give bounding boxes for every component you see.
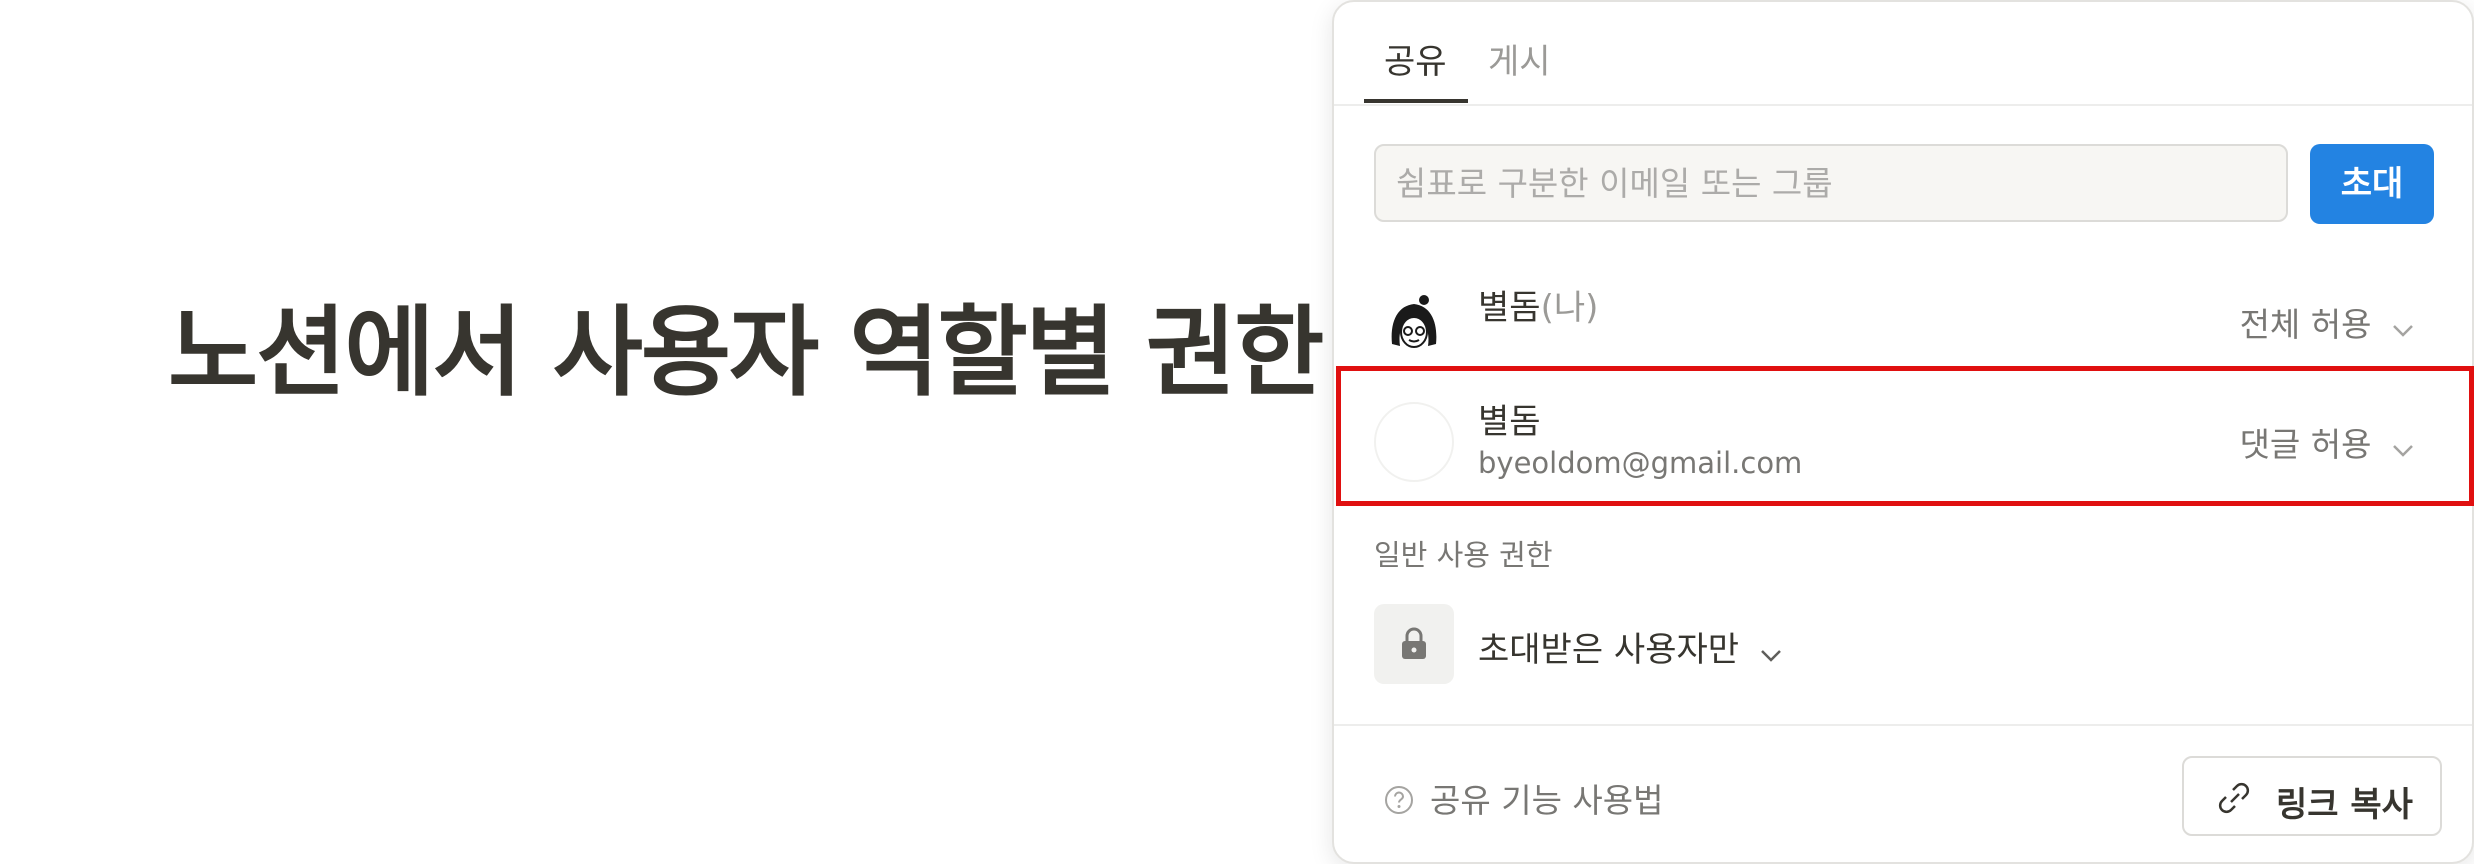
general-access-dropdown[interactable]: 초대받은 사용자만 [1374,604,1974,684]
invite-button[interactable]: 초대 [2310,144,2434,224]
chevron-down-icon [1760,632,1782,672]
tab-publish[interactable]: 게시 [1488,34,1551,104]
page-title: 노션에서 사용자 역할별 권한 [168,296,1324,410]
footer-divider [1334,724,2472,726]
share-help-label: 공유 기능 사용법 [1430,781,1664,820]
general-access-text: 초대받은 사용자만 [1478,630,1740,670]
permission-label: 댓글 허용 [2239,425,2372,464]
illustrated-avatar-icon [1374,284,1454,364]
stage: 노션에서 사용자 역할별 권한 공유 게시 초대 별돔(나) [0,0,2474,864]
member-row-me: 별돔(나) 전체 허용 [1334,260,2472,384]
chevron-down-icon [2392,307,2414,346]
link-icon [2218,782,2250,814]
permission-dropdown[interactable]: 댓글 허용 [2240,418,2414,466]
member-name: 별돔(나) [1478,280,1598,329]
tab-share[interactable]: 공유 [1384,34,1447,104]
permission-label: 전체 허용 [2239,305,2372,344]
permission-dropdown[interactable]: 전체 허용 [2240,298,2414,346]
me-suffix: (나) [1540,288,1599,328]
member-row-invitee: 별돔 byeoldom@gmail.com 댓글 허용 [1334,382,2472,506]
invite-email-input[interactable] [1374,144,2288,222]
chevron-down-icon [2392,427,2414,466]
avatar [1374,402,1454,482]
share-help-link[interactable]: 공유 기능 사용법 [1384,774,1664,822]
general-access-value: 초대받은 사용자만 [1478,622,1782,672]
active-tab-indicator [1364,99,1468,103]
copy-link-button[interactable]: 링크 복사 [2182,756,2442,836]
general-access-label: 일반 사용 권한 [1374,538,1553,572]
share-tabs: 공유 게시 [1334,2,2472,106]
member-email: byeoldom@gmail.com [1478,446,1803,480]
share-popup: 공유 게시 초대 별돔(나) 전체 허용 [1332,0,2474,864]
member-name-text: 별돔 [1478,288,1541,328]
lock-icon [1374,604,1454,684]
member-name: 별돔 [1478,402,1541,442]
question-circle-icon [1385,785,1413,814]
copy-link-label: 링크 복사 [2276,785,2413,825]
